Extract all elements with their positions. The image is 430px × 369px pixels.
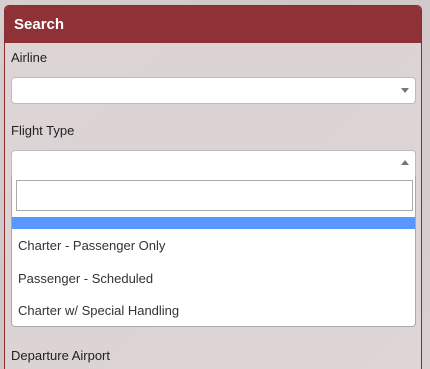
dropdown-option-empty[interactable]	[12, 217, 415, 229]
airline-label: Airline	[11, 50, 48, 65]
dropdown-option-charter-special-handling[interactable]: Charter w/ Special Handling	[12, 294, 415, 327]
dropdown-option-charter-passenger-only[interactable]: Charter - Passenger Only	[12, 229, 415, 262]
page: Search Airline Flight Type Charter - Pas…	[0, 0, 430, 369]
panel-title: Search	[5, 6, 421, 43]
dropdown-option-passenger-scheduled[interactable]: Passenger - Scheduled	[12, 262, 415, 295]
airline-select[interactable]	[11, 77, 416, 104]
search-panel: Search Airline Flight Type Charter - Pas…	[4, 5, 422, 369]
dropdown-search-input[interactable]	[16, 180, 413, 211]
chevron-up-icon	[401, 160, 409, 165]
flight-type-select[interactable]	[11, 150, 416, 177]
flight-type-dropdown: Charter - Passenger Only Passenger - Sch…	[11, 176, 416, 327]
flight-type-label: Flight Type	[11, 123, 75, 138]
departure-airport-label: Departure Airport	[11, 348, 110, 363]
chevron-down-icon	[401, 88, 409, 93]
